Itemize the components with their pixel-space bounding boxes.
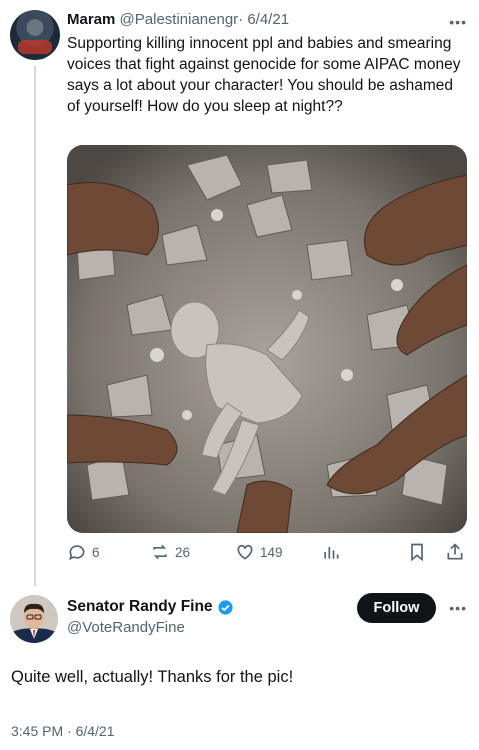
reply-button[interactable]: 6 — [67, 542, 100, 562]
reply-author-name[interactable]: Senator Randy Fine — [67, 598, 213, 616]
like-icon — [237, 544, 253, 560]
author-name[interactable]: Maram — [67, 11, 115, 28]
tweet-image[interactable] — [67, 145, 467, 533]
share-button[interactable] — [445, 542, 465, 562]
reply-author-name-row[interactable]: Senator Randy Fine — [67, 598, 234, 616]
follow-button[interactable]: Follow — [357, 593, 436, 623]
bookmark-icon — [411, 543, 423, 562]
views-button[interactable] — [321, 542, 341, 562]
more-options-icon[interactable]: ••• — [449, 14, 467, 30]
bookmark-button[interactable] — [407, 542, 427, 562]
thread-line — [34, 66, 36, 586]
repost-button[interactable]: 26 — [150, 542, 190, 562]
share-icon — [447, 543, 463, 560]
repost-count: 26 — [175, 544, 191, 560]
like-count: 149 — [260, 544, 283, 560]
more-options-icon[interactable]: ••• — [449, 600, 467, 616]
reply-author-avatar[interactable] — [10, 595, 58, 643]
views-icon — [324, 547, 339, 559]
reply-author-handle[interactable]: @VoteRandyFine — [67, 619, 185, 636]
reply-count: 6 — [92, 544, 100, 560]
tweet-actions: 6 26 149 — [67, 542, 467, 568]
reply-text: Quite well, actually! Thanks for the pic… — [11, 668, 294, 686]
repost-icon — [153, 544, 167, 560]
verified-badge-icon — [217, 599, 233, 615]
reply-icon — [69, 545, 85, 561]
reply-timestamp[interactable]: 3:45 PM · 6/4/21 — [11, 723, 115, 739]
author-avatar[interactable] — [10, 10, 60, 60]
like-button[interactable]: 149 — [235, 542, 283, 562]
tweet-text: Supporting killing innocent ppl and babi… — [67, 35, 461, 115]
author-handle[interactable]: @Palestinianengr — [120, 11, 239, 28]
tweet-header: Maram @Palestinianengr· 6/4/21 — [67, 11, 289, 28]
tweet-date[interactable]: · 6/4/21 — [238, 11, 289, 28]
